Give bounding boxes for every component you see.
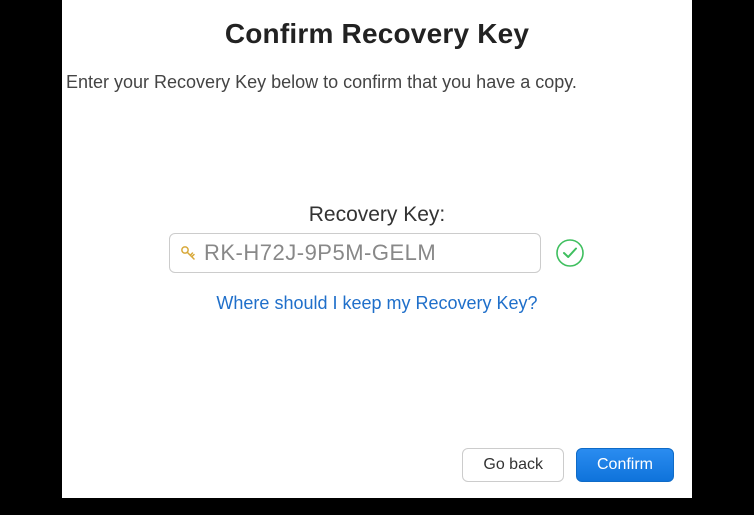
confirm-button[interactable]: Confirm xyxy=(576,448,674,482)
recovery-key-input-row xyxy=(169,233,585,273)
recovery-key-input-wrap xyxy=(169,233,541,273)
instruction-text: Enter your Recovery Key below to confirm… xyxy=(62,72,692,93)
recovery-key-section: Recovery Key: Where should I keep my xyxy=(62,203,692,314)
confirm-recovery-key-dialog: Confirm Recovery Key Enter your Recovery… xyxy=(62,0,692,498)
recovery-key-label: Recovery Key: xyxy=(62,203,692,227)
dialog-footer: Go back Confirm xyxy=(462,448,674,482)
help-row: Where should I keep my Recovery Key? xyxy=(62,293,692,314)
check-circle-icon xyxy=(555,238,585,268)
go-back-button[interactable]: Go back xyxy=(462,448,564,482)
page-title: Confirm Recovery Key xyxy=(62,18,692,50)
recovery-key-input[interactable] xyxy=(169,233,541,273)
help-link[interactable]: Where should I keep my Recovery Key? xyxy=(216,293,537,313)
